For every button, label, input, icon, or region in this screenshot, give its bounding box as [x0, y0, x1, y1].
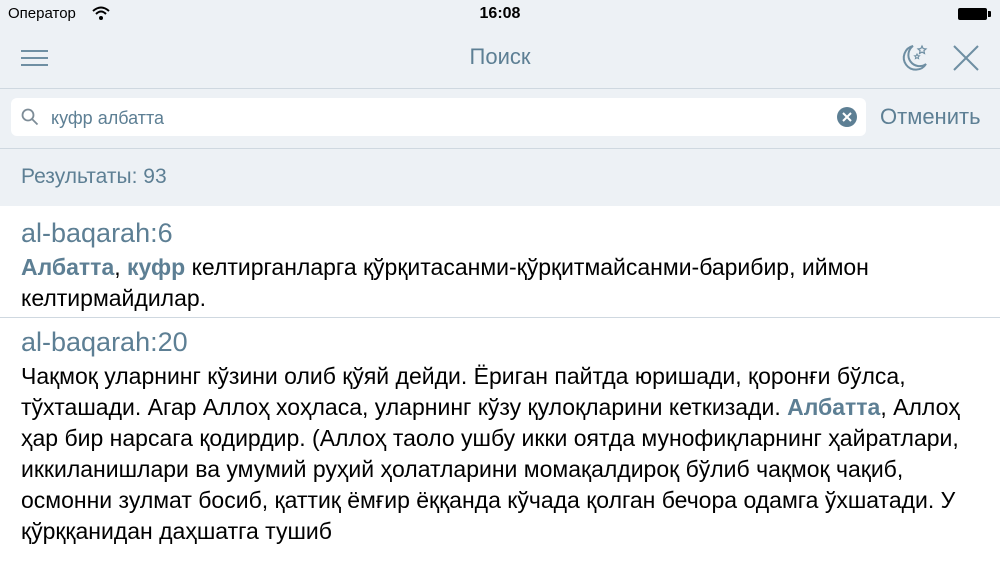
verse-text: Чақмоқ уларнинг кўзини олиб қўяй дейди. …	[21, 361, 986, 547]
results-count: Результаты: 93	[21, 165, 167, 188]
text-segment: ,	[114, 254, 128, 280]
highlight: куфр	[127, 254, 186, 280]
status-time: 16:08	[479, 5, 521, 22]
close-icon[interactable]	[950, 42, 982, 74]
night-mode-icon[interactable]	[896, 40, 932, 76]
clear-icon[interactable]	[837, 107, 857, 127]
search-bar: куфр албатта Отменить	[0, 89, 1000, 149]
search-icon	[21, 108, 39, 126]
highlight: Албатта	[787, 394, 881, 420]
list-item[interactable]: al-baqarah:6 Албатта, куфр келтирганларг…	[0, 207, 1000, 316]
navigation-bar: Поиск	[0, 28, 1000, 89]
search-input[interactable]: куфр албатта	[11, 98, 866, 136]
battery-icon	[958, 8, 992, 20]
verse-reference: al-baqarah:20	[21, 327, 188, 357]
page-title: Поиск	[469, 44, 531, 69]
cancel-button[interactable]: Отменить	[880, 104, 981, 130]
verse-text: Албатта, куфр келтирганларга қўрқитасанм…	[21, 252, 986, 314]
search-query: куфр албатта	[51, 108, 165, 128]
verse-reference: al-baqarah:6	[21, 218, 173, 248]
text-segment: Чақмоқ уларнинг кўзини олиб қўяй дейди. …	[21, 363, 906, 420]
results-header: Результаты: 93	[0, 149, 1000, 206]
list-item[interactable]: al-baqarah:20 Чақмоқ уларнинг кўзини оли…	[0, 318, 1000, 563]
highlight: Албатта	[21, 254, 115, 280]
status-bar: Оператор 16:08	[0, 0, 1000, 28]
